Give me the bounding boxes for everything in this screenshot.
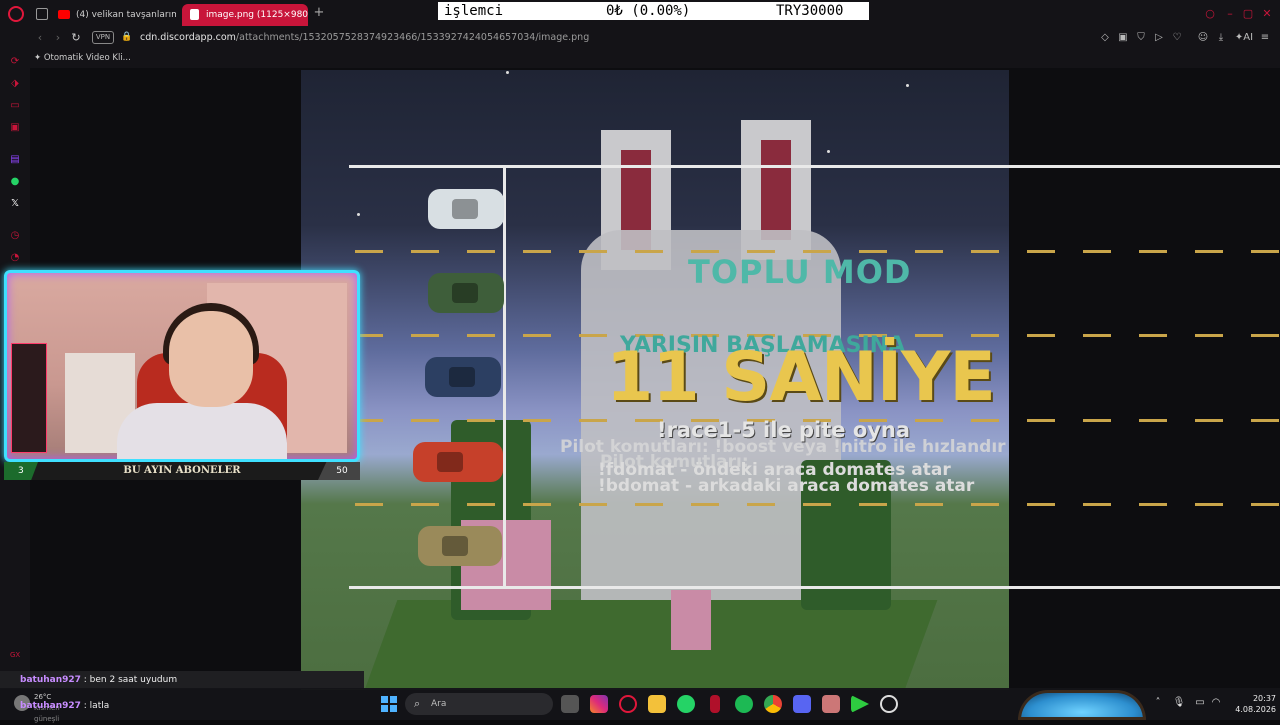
race-car-2 <box>428 273 504 313</box>
close-button[interactable]: ✕ <box>1261 8 1273 20</box>
display-icon[interactable]: ▭ <box>1193 696 1207 710</box>
app-red-icon[interactable] <box>710 695 720 713</box>
minimize-button[interactable]: – <box>1224 8 1236 20</box>
stream-decoration <box>1018 690 1146 720</box>
countdown-timer: 11 SANİYE <box>606 338 996 417</box>
race-car-1 <box>428 189 504 229</box>
url-path: /attachments/1532057528374923466/1533927… <box>235 32 590 43</box>
lane-divider <box>355 503 1280 506</box>
whatsapp-icon[interactable]: ● <box>9 176 21 188</box>
back-button[interactable]: ‹ <box>32 30 48 46</box>
donation-ticker: işlemci 0₺ (0.00%) TRY30000 <box>438 2 869 20</box>
track-border-bottom <box>349 586 1280 589</box>
subscriber-goal-title: BU AYIN ABONELER <box>123 465 241 476</box>
start-line <box>503 168 506 588</box>
bookmark-item[interactable]: ✦ Otomatik Video Kli... <box>34 48 131 68</box>
address-bar: ‹ › ↻ VPN 🔒 cdn.discordapp.com/attachmen… <box>0 28 1280 48</box>
microphone-icon[interactable]: 🎙 <box>1172 696 1186 710</box>
search-tabs-icon[interactable]: ○ <box>1204 8 1216 20</box>
chat-username: batuhan927 <box>20 701 81 711</box>
player-icon[interactable]: ▷ <box>1152 31 1166 45</box>
ticker-label: işlemci <box>444 3 504 19</box>
race-car-5 <box>418 526 502 566</box>
twitch-icon[interactable]: ▤ <box>9 154 21 166</box>
obs-icon[interactable] <box>880 695 898 713</box>
bookmarks-bar: ✦ Otomatik Video Kli... <box>30 48 1280 68</box>
subscriber-goal-bar: BU AYIN ABONELER 3 50 <box>4 462 360 480</box>
download-icon[interactable]: ⤓ <box>1214 31 1228 45</box>
snapshot-icon[interactable]: ▣ <box>1116 31 1130 45</box>
x-twitter-icon[interactable]: 𝕏 <box>9 198 21 210</box>
vpn-badge[interactable]: VPN <box>92 31 114 44</box>
taskbar-search[interactable]: ⌕ Ara <box>405 693 553 715</box>
image-file-icon <box>190 9 199 20</box>
chat-message: batuhan927 : ben 2 saat uyudum <box>0 671 364 689</box>
taskbar-clock[interactable]: 20:37 4.08.2026 <box>1228 693 1276 715</box>
reload-button[interactable]: ↻ <box>68 30 84 46</box>
tab-youtube[interactable]: (4) velikan tavşanlarım...(3) <box>52 4 176 26</box>
workspaces-icon[interactable] <box>36 8 48 20</box>
history-icon[interactable]: ◷ <box>9 230 21 242</box>
profile-icon[interactable]: ☺ <box>1196 31 1210 45</box>
tab-label: image.png (1125×980) <box>206 10 308 20</box>
spotify-icon[interactable] <box>735 695 753 713</box>
maximize-button[interactable]: ▢ <box>1242 8 1254 20</box>
clock-date: 4.08.2026 <box>1235 705 1276 714</box>
heart-icon[interactable]: ♡ <box>1170 31 1184 45</box>
aria-ai-icon[interactable]: ✦AI <box>1234 31 1254 45</box>
ticker-value: 0₺ (0.00%) <box>606 3 691 19</box>
wifi-icon[interactable]: ◠ <box>1209 696 1223 710</box>
search-placeholder: Ara <box>431 699 447 709</box>
clock-icon[interactable]: ◔ <box>9 252 21 264</box>
opera-logo-icon[interactable] <box>8 6 24 22</box>
tab-label: (4) velikan tavşanlarım...(3) <box>76 10 176 20</box>
media-player-icon[interactable] <box>851 695 869 713</box>
chat-text: ben 2 saat uyudum <box>89 675 178 685</box>
bdomat-command: !bdomat - arkadaki araca domates atar <box>598 476 975 496</box>
chat-text: latla <box>89 701 110 711</box>
forward-button[interactable]: › <box>50 30 66 46</box>
instagram-icon[interactable] <box>590 695 608 713</box>
url-field[interactable]: cdn.discordapp.com/attachments/153205752… <box>140 28 589 48</box>
menu-icon[interactable]: ≡ <box>1258 31 1272 45</box>
ticker-goal: TRY30000 <box>776 3 844 19</box>
youtube-icon <box>58 10 70 19</box>
chat-message: batuhan927 : latla <box>20 701 110 711</box>
whatsapp-icon[interactable] <box>677 695 695 713</box>
discord-icon[interactable] <box>793 695 811 713</box>
race-car-3 <box>425 357 501 397</box>
lock-icon[interactable]: 🔒 <box>121 32 132 43</box>
chrome-icon[interactable] <box>764 695 782 713</box>
url-domain: cdn.discordapp.com <box>140 32 236 43</box>
task-view-icon[interactable] <box>561 695 579 713</box>
clock-time: 20:37 <box>1252 694 1276 703</box>
mode-title: TOPLU MOD <box>688 253 912 291</box>
windows-start-icon[interactable] <box>381 696 397 712</box>
messenger-icon[interactable]: ▭ <box>9 100 21 112</box>
image-viewer-icon[interactable] <box>822 695 840 713</box>
tray-chevron-icon[interactable]: ˄ <box>1151 696 1165 710</box>
race-car-4 <box>413 442 503 482</box>
search-icon: ⌕ <box>414 697 421 710</box>
file-explorer-icon[interactable] <box>648 695 666 713</box>
chat-username: batuhan927 <box>20 675 81 685</box>
tab-image[interactable]: image.png (1125×980) <box>182 4 308 26</box>
gx-logo-icon: GX <box>10 651 21 659</box>
extension-icon[interactable]: ▣ <box>9 122 21 134</box>
opera-icon[interactable] <box>619 695 637 713</box>
new-tab-button[interactable]: + <box>312 6 326 20</box>
shield-icon[interactable]: ⛉ <box>1134 31 1148 45</box>
webcam-feed <box>4 270 360 462</box>
bookmark-label: Otomatik Video Kli... <box>43 53 131 63</box>
bookmark-icon[interactable]: ◇ <box>1098 31 1112 45</box>
aria-icon[interactable]: ⟳ <box>9 56 21 68</box>
crypto-wallet-icon[interactable]: ⬗ <box>9 78 21 90</box>
track-border-top <box>349 165 1280 168</box>
